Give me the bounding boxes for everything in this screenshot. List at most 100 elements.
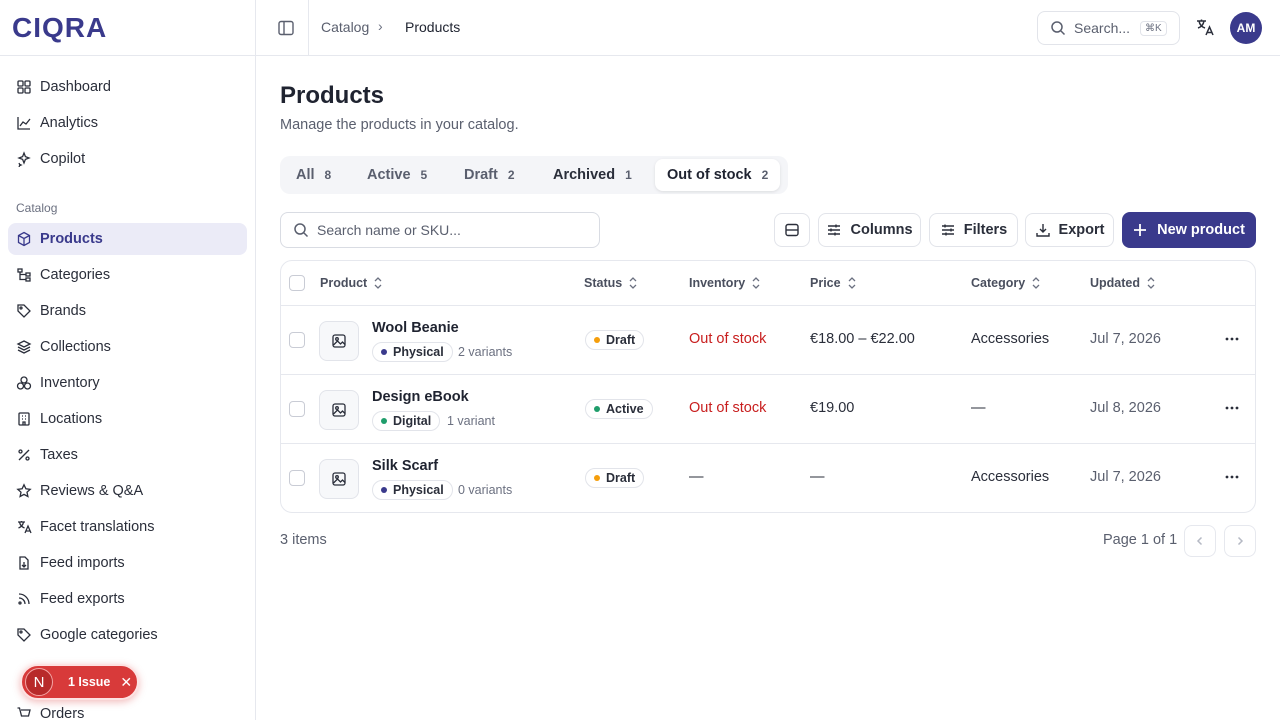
sidebar-item-analytics[interactable]: Analytics — [8, 107, 247, 139]
sidebar-item-feed-exports[interactable]: Feed exports — [8, 583, 247, 615]
tab-count: 8 — [324, 168, 332, 182]
tag-icon — [17, 628, 31, 642]
tree-icon — [17, 268, 31, 282]
breadcrumb-products: Products — [405, 19, 461, 35]
user-avatar[interactable]: AM — [1230, 12, 1262, 44]
tab-active[interactable]: Active 5 — [355, 159, 439, 191]
tab-all[interactable]: All 8 — [284, 159, 343, 191]
product-thumbnail — [319, 459, 359, 499]
prev-page-button[interactable] — [1184, 525, 1216, 557]
issue-letter: N — [25, 668, 53, 696]
product-name[interactable]: Silk Scarf — [372, 458, 438, 474]
select-all-checkbox[interactable] — [289, 275, 305, 291]
brand-logo[interactable]: CIQRA — [12, 12, 107, 44]
breadcrumb-catalog[interactable]: Catalog — [321, 19, 369, 35]
sidebar-item-products[interactable]: Products — [8, 223, 247, 255]
updated-value: Jul 7, 2026 — [1090, 469, 1161, 485]
table-header: Product Status Inventory Price Category … — [281, 261, 1255, 306]
sidebar-item-label: Inventory — [40, 375, 100, 391]
column-header-status[interactable]: Status — [584, 276, 638, 290]
sidebar-item-label: Orders — [40, 706, 85, 720]
more-horizontal-icon[interactable] — [1224, 331, 1240, 347]
tag-icon — [17, 304, 31, 318]
sidebar-item-feed-imports[interactable]: Feed imports — [8, 547, 247, 579]
sidebar-item-facet-translations[interactable]: Facet translations — [8, 511, 247, 543]
filters-button[interactable]: Filters — [929, 213, 1018, 247]
tab-label: All — [296, 167, 315, 183]
sort-icon — [1147, 277, 1155, 289]
percent-icon — [18, 449, 30, 461]
sidebar-item-label: Dashboard — [40, 79, 111, 95]
category-value: Accessories — [971, 469, 1050, 485]
column-header-category[interactable]: Category — [971, 276, 1041, 290]
row-checkbox[interactable] — [289, 470, 305, 486]
export-button[interactable]: Export — [1025, 213, 1114, 247]
column-header-inventory[interactable]: Inventory — [689, 276, 761, 290]
cart-icon — [17, 707, 31, 717]
sidebar-item-locations[interactable]: Locations — [8, 403, 247, 435]
sidebar-item-taxes[interactable]: Taxes — [8, 439, 247, 471]
type-dot — [381, 418, 387, 424]
tab-out-of-stock[interactable]: Out of stock 2 — [655, 159, 781, 191]
sidebar-item-inventory[interactable]: Inventory — [8, 367, 247, 399]
tab-count: 5 — [420, 168, 428, 182]
sort-icon — [629, 277, 637, 289]
global-search-placeholder: Search... — [1074, 20, 1131, 36]
row-checkbox[interactable] — [289, 401, 305, 417]
tab-count: 2 — [507, 168, 515, 182]
sidebar-item-dashboard[interactable]: Dashboard — [8, 71, 247, 103]
rows-icon — [785, 223, 799, 237]
issue-indicator[interactable]: N 1 Issue ✕ — [20, 664, 139, 700]
sidebar-item-google-categories[interactable]: Google categories — [8, 619, 247, 651]
close-icon[interactable]: ✕ — [120, 674, 132, 691]
download-icon — [1035, 224, 1050, 237]
table-row[interactable]: Wool Beanie Physical 2 variants Draft Ou… — [281, 306, 1255, 375]
topbar-divider — [308, 0, 309, 56]
file-import-icon — [19, 556, 29, 570]
sidebar-item-label: Locations — [40, 411, 103, 427]
global-search[interactable]: Search... ⌘K — [1037, 11, 1180, 45]
columns-button[interactable]: Columns — [818, 213, 921, 247]
sort-icon — [752, 277, 760, 289]
product-search-placeholder: Search name or SKU... — [317, 222, 461, 238]
sidebar-item-label: Facet translations — [40, 519, 155, 535]
product-search-input[interactable]: Search name or SKU... — [280, 212, 600, 248]
sliders-icon — [828, 224, 841, 236]
category-value: — — [971, 400, 986, 416]
table-row[interactable]: Silk Scarf Physical 0 variants Draft — —… — [281, 444, 1255, 512]
sidebar-item-brands[interactable]: Brands — [8, 295, 247, 327]
new-product-button[interactable]: New product — [1122, 212, 1256, 248]
status-dot — [594, 406, 600, 412]
tab-label: Out of stock — [667, 167, 752, 183]
sidebar-item-label: Feed exports — [40, 591, 125, 607]
search-icon — [294, 223, 309, 238]
product-name[interactable]: Design eBook — [372, 389, 469, 405]
row-checkbox[interactable] — [289, 332, 305, 348]
items-count: 3 items — [280, 532, 327, 548]
sidebar-toggle-icon[interactable] — [276, 18, 296, 38]
sidebar-item-orders[interactable]: Orders — [8, 698, 247, 720]
product-name[interactable]: Wool Beanie — [372, 320, 459, 336]
density-toggle-button[interactable] — [774, 213, 810, 247]
column-label: Updated — [1090, 276, 1140, 290]
products-table: Product Status Inventory Price Category … — [280, 260, 1256, 513]
more-horizontal-icon[interactable] — [1224, 469, 1240, 485]
status-dot — [594, 337, 600, 343]
sidebar-item-collections[interactable]: Collections — [8, 331, 247, 363]
column-header-price[interactable]: Price — [810, 276, 857, 290]
language-icon[interactable] — [1195, 17, 1215, 37]
next-page-button[interactable] — [1224, 525, 1256, 557]
tab-archived[interactable]: Archived 1 — [541, 159, 644, 191]
tab-draft[interactable]: Draft 2 — [452, 159, 527, 191]
more-horizontal-icon[interactable] — [1224, 400, 1240, 416]
sidebar-item-categories[interactable]: Categories — [8, 259, 247, 291]
image-icon — [332, 334, 346, 348]
product-type-badge: Physical — [372, 480, 453, 500]
sidebar-item-reviews[interactable]: Reviews & Q&A — [8, 475, 247, 507]
status-dot — [594, 475, 600, 481]
table-row[interactable]: Design eBook Digital 1 variant Active Ou… — [281, 375, 1255, 444]
column-header-product[interactable]: Product — [320, 276, 383, 290]
column-header-updated[interactable]: Updated — [1090, 276, 1156, 290]
sidebar-item-copilot[interactable]: Copilot — [8, 143, 247, 175]
status-badge: Draft — [585, 330, 645, 350]
